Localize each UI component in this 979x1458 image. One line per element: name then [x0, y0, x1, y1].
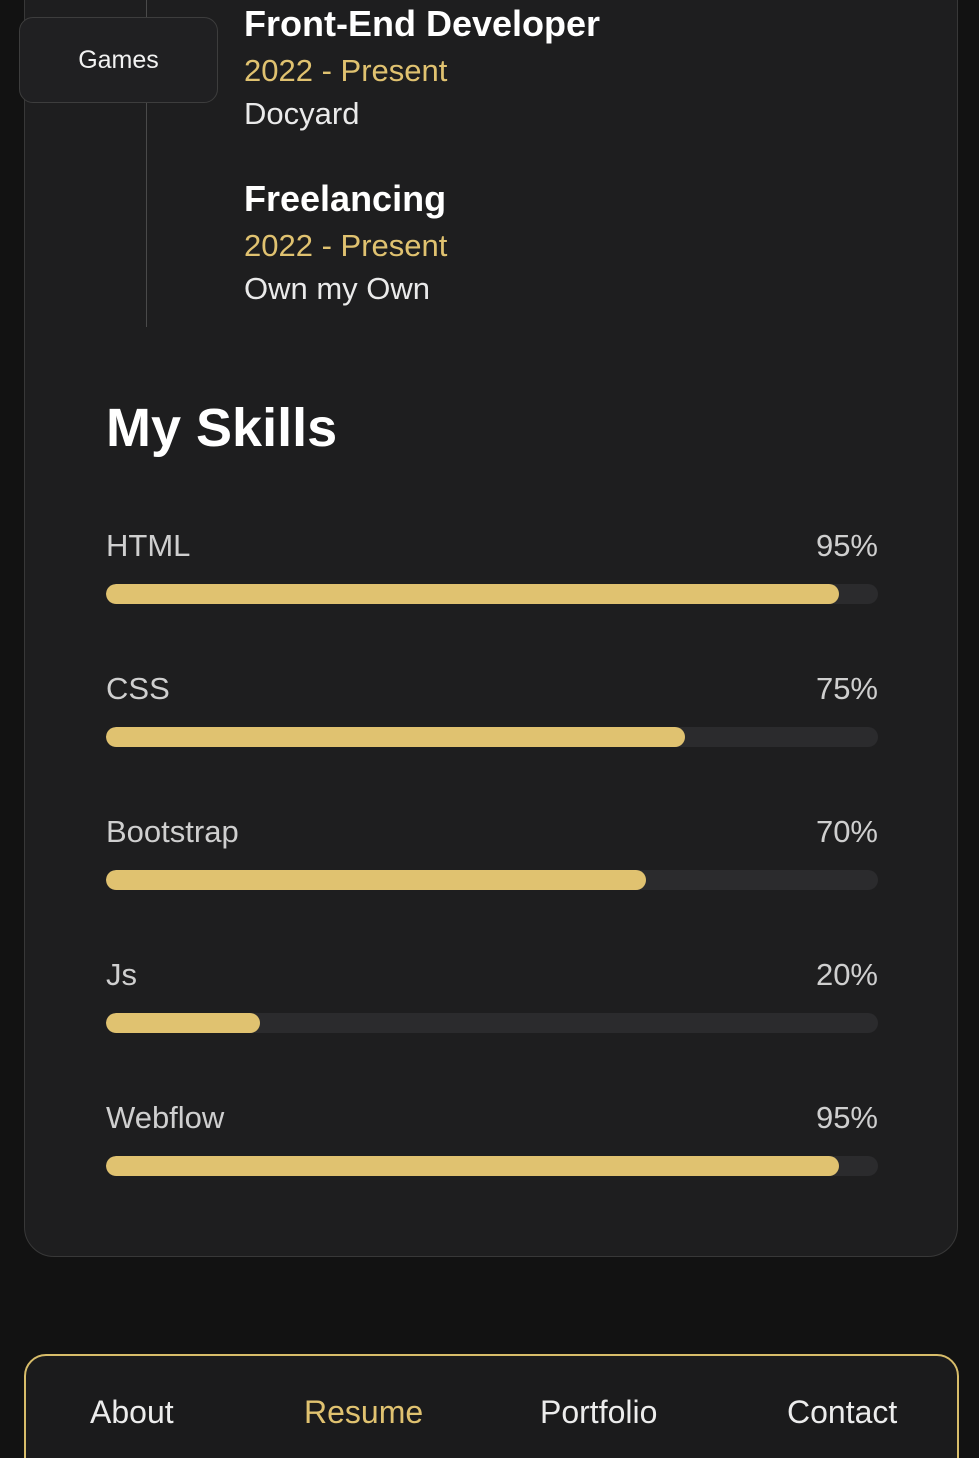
skill-percent: 75% [815, 671, 878, 706]
skill-progress-track [106, 727, 878, 747]
page: Games Front-End Developer 2022 - Present… [0, 0, 979, 1458]
skill-name: Webflow [106, 1100, 225, 1135]
skill-js: Js 20% [106, 957, 878, 1033]
skill-progress-track [106, 584, 878, 604]
timeline-item: Freelancing 2022 - Present Own my Own [244, 179, 447, 308]
skill-percent: 95% [815, 528, 878, 563]
skill-name: Js [106, 957, 137, 992]
bottom-navigation: About Resume Portfolio Contact [24, 1354, 959, 1458]
skill-percent: 20% [815, 957, 878, 992]
skill-webflow: Webflow 95% [106, 1100, 878, 1176]
timeline-item-company: Docyard [244, 96, 360, 131]
skill-bootstrap: Bootstrap 70% [106, 814, 878, 890]
skill-name: HTML [106, 528, 191, 563]
timeline-item-date: 2022 - Present [244, 228, 448, 263]
skill-progress-fill [106, 870, 647, 890]
skill-percent: 95% [815, 1100, 878, 1135]
nav-contact[interactable]: Contact [787, 1392, 897, 1432]
timeline-item-company: Own my Own [244, 271, 431, 306]
skill-progress-fill [106, 727, 685, 747]
skill-progress-fill [106, 1013, 261, 1033]
timeline-item-date: 2022 - Present [244, 53, 448, 88]
timeline-item-title: Freelancing [244, 178, 447, 219]
resume-card [24, 0, 958, 1257]
skill-progress-track [106, 1013, 878, 1033]
skill-progress-fill [106, 1156, 840, 1176]
nav-portfolio[interactable]: Portfolio [540, 1392, 657, 1432]
skill-percent: 70% [815, 814, 878, 849]
skill-progress-track [106, 1156, 878, 1176]
skill-name: CSS [106, 671, 170, 706]
skill-name: Bootstrap [106, 814, 239, 849]
games-button[interactable]: Games [19, 17, 218, 103]
timeline-item: Front-End Developer 2022 - Present Docya… [244, 4, 600, 133]
skill-html: HTML 95% [106, 528, 878, 604]
nav-about[interactable]: About [90, 1392, 174, 1432]
skills-title: My Skills [106, 398, 338, 458]
nav-resume[interactable]: Resume [304, 1392, 423, 1432]
skill-progress-fill [106, 584, 840, 604]
skill-css: CSS 75% [106, 671, 878, 747]
timeline-item-title: Front-End Developer [244, 3, 601, 44]
skill-progress-track [106, 870, 878, 890]
